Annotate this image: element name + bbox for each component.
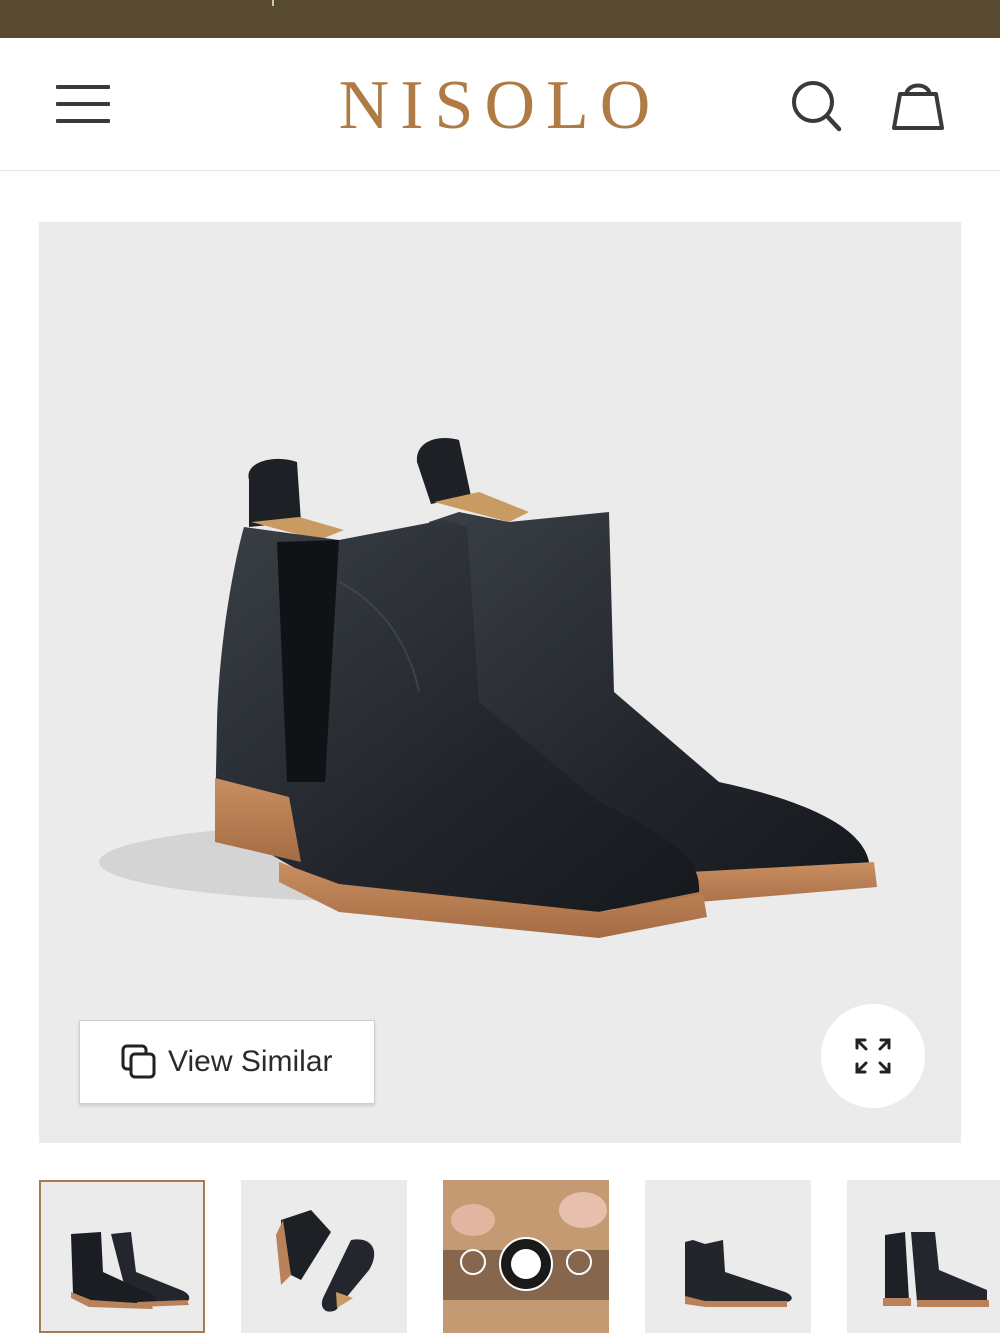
leather-crafting-thumb-image bbox=[443, 1180, 609, 1333]
brand-logo[interactable]: NISOLO bbox=[300, 66, 700, 146]
view-similar-label: View Similar bbox=[168, 1045, 333, 1078]
hamburger-icon-bar bbox=[56, 102, 110, 106]
hamburger-icon bbox=[56, 85, 110, 89]
thumbnail-4[interactable] bbox=[645, 1180, 811, 1333]
thumbnail-3[interactable] bbox=[443, 1180, 609, 1333]
thumbnail-2[interactable] bbox=[241, 1180, 407, 1333]
chelsea-boots-image bbox=[99, 438, 877, 938]
announcement-divider bbox=[272, 0, 274, 6]
shopping-bag-icon bbox=[892, 83, 944, 130]
view-similar-button[interactable]: View Similar bbox=[79, 1020, 375, 1104]
boots-back-thumb-image bbox=[883, 1232, 989, 1307]
menu-button[interactable] bbox=[52, 80, 116, 128]
thumbnail-1[interactable] bbox=[39, 1180, 205, 1333]
product-main-image[interactable]: View Similar bbox=[39, 222, 961, 1143]
copy-icon bbox=[121, 1044, 156, 1079]
expand-icon bbox=[855, 1038, 891, 1074]
hamburger-icon-bar bbox=[56, 119, 110, 123]
thumbnail-5[interactable] bbox=[847, 1180, 1000, 1333]
boot-pair-thumb-image bbox=[71, 1232, 190, 1309]
site-header: NISOLO bbox=[0, 38, 1000, 171]
search-button[interactable] bbox=[786, 76, 846, 136]
expand-image-button[interactable] bbox=[821, 1004, 925, 1108]
thumbnail-strip bbox=[39, 1178, 1000, 1333]
cart-button[interactable] bbox=[886, 76, 950, 136]
search-icon bbox=[792, 81, 842, 132]
announcement-bar bbox=[0, 0, 1000, 38]
single-boot-thumb-image bbox=[685, 1240, 792, 1307]
boots-above-thumb-image bbox=[276, 1210, 375, 1312]
